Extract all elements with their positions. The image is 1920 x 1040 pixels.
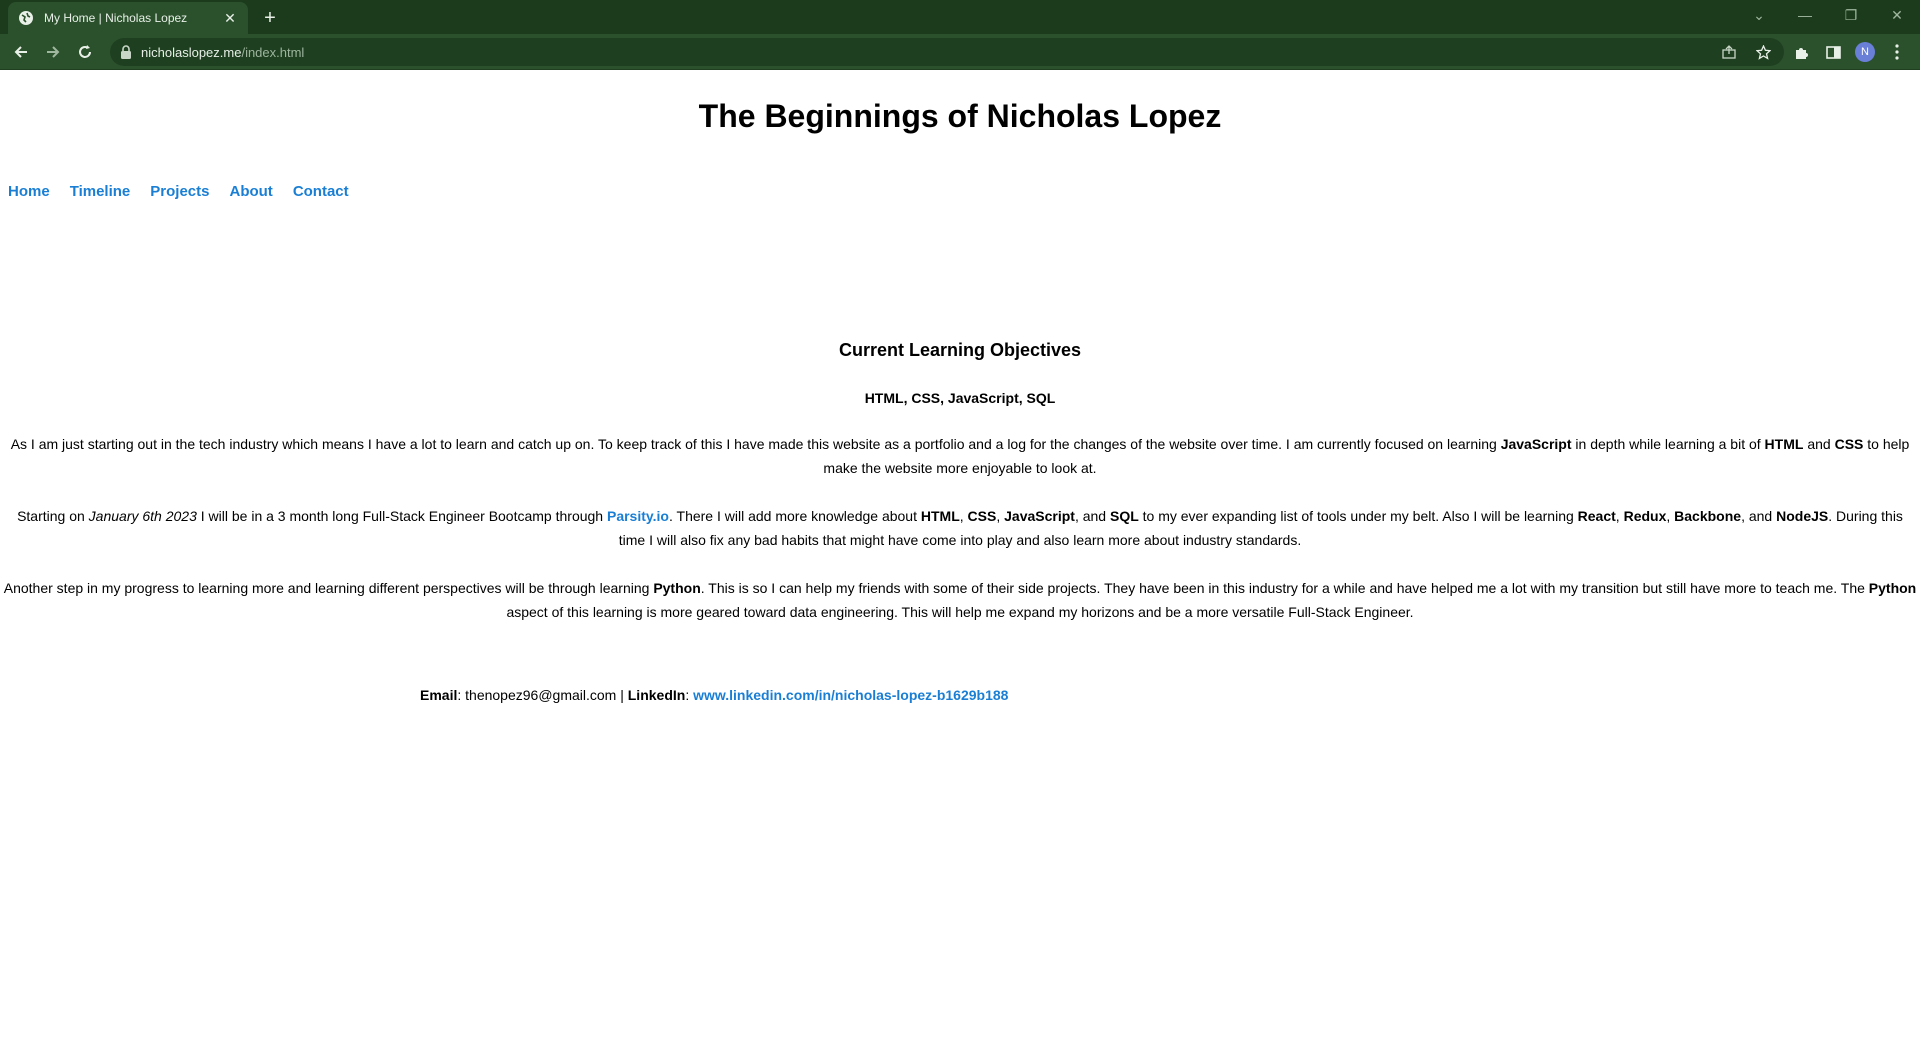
lock-icon[interactable] — [120, 45, 132, 59]
linkedin-link[interactable]: www.linkedin.com/in/nicholas-lopez-b1629… — [693, 687, 1008, 703]
new-tab-button[interactable]: + — [258, 6, 282, 30]
contact-line: Email: thenopez96@gmail.com | LinkedIn: … — [420, 687, 1008, 703]
reload-icon[interactable] — [72, 39, 98, 65]
bold-text: SQL — [1109, 508, 1139, 524]
parsity-link[interactable]: Parsity.io — [607, 508, 669, 524]
text: I will be in a 3 month long Full-Stack E… — [196, 508, 607, 524]
bold-text: CSS — [967, 508, 997, 524]
bold-text: JavaScript — [1500, 436, 1572, 452]
avatar: N — [1855, 42, 1875, 62]
skills-list: HTML, CSS, JavaScript, SQL — [864, 390, 1056, 406]
page-title: The Beginnings of Nicholas Lopez — [698, 98, 1222, 134]
text: : — [685, 687, 694, 703]
nav-contact[interactable]: Contact — [293, 183, 349, 200]
bold-text: NodeJS — [1776, 508, 1829, 524]
browser-toolbar: nicholaslopez.me/index.html N — [0, 34, 1920, 70]
text: . There I will add more knowledge about — [668, 508, 921, 524]
paragraph-python: Another step in my progress to learning … — [0, 576, 1920, 624]
url-path: /index.html — [241, 44, 305, 60]
paragraph-current-focus: As I am just starting out in the tech in… — [0, 432, 1920, 480]
minimize-icon[interactable]: — — [1782, 0, 1828, 30]
bold-text: React — [1577, 508, 1616, 524]
restore-icon[interactable]: ❐ — [1828, 0, 1874, 30]
close-tab-icon[interactable]: ✕ — [222, 10, 238, 26]
tab-search-icon[interactable]: ⌄ — [1736, 0, 1782, 30]
bold-text: Python — [653, 580, 701, 596]
text: . This is so I can help my friends with … — [700, 580, 1869, 596]
text: aspect of this learning is more geared t… — [506, 604, 1414, 620]
side-panel-icon[interactable] — [1820, 39, 1846, 65]
bold-text: Python — [1868, 580, 1917, 596]
text: As I am just starting out in the tech in… — [10, 436, 1501, 452]
section-heading: Current Learning Objectives — [838, 340, 1082, 360]
text: , and — [1741, 508, 1777, 524]
close-window-icon[interactable]: ✕ — [1874, 0, 1920, 30]
tab-strip: My Home | Nicholas Lopez ✕ + ⌄ — ❐ ✕ — [0, 0, 1920, 34]
bold-text: Backbone — [1674, 508, 1742, 524]
profile-avatar[interactable]: N — [1852, 39, 1878, 65]
paragraph-bootcamp: Starting on January 6th 2023 I will be i… — [17, 508, 1903, 548]
site-nav: Home Timeline Projects About Contact — [8, 183, 349, 200]
nav-about[interactable]: About — [229, 183, 272, 200]
kebab-menu-icon[interactable] — [1884, 39, 1910, 65]
forward-icon[interactable] — [40, 39, 66, 65]
email-label: Email — [420, 687, 458, 703]
bold-text: HTML — [920, 508, 960, 524]
italic-date: January 6th 2023 — [88, 508, 197, 524]
globe-icon — [18, 10, 34, 26]
nav-timeline[interactable]: Timeline — [70, 183, 131, 200]
back-icon[interactable] — [8, 39, 34, 65]
share-icon[interactable] — [1718, 41, 1740, 63]
text: Starting on — [17, 508, 89, 524]
bold-text: JavaScript — [1004, 508, 1075, 524]
text: , and — [1074, 508, 1110, 524]
tab-title: My Home | Nicholas Lopez — [44, 11, 188, 25]
linkedin-label: LinkedIn — [627, 687, 686, 703]
email-address: : thenopez96@gmail.com | — [457, 687, 628, 703]
bold-text: CSS — [1834, 436, 1864, 452]
web-page: The Beginnings of Nicholas Lopez Home Ti… — [0, 70, 1920, 1040]
bookmark-star-icon[interactable] — [1752, 41, 1774, 63]
extensions-puzzle-icon[interactable] — [1788, 39, 1814, 65]
text: Another step in my progress to learning … — [3, 580, 654, 596]
bold-text: HTML — [1764, 436, 1804, 452]
nav-projects[interactable]: Projects — [150, 183, 209, 200]
text: and — [1803, 436, 1835, 452]
url-host: nicholaslopez.me — [141, 44, 242, 60]
text: in depth while learning a bit of — [1571, 436, 1765, 452]
address-bar[interactable]: nicholaslopez.me/index.html — [110, 38, 1784, 66]
nav-home[interactable]: Home — [8, 183, 50, 200]
bold-text: Redux — [1623, 508, 1667, 524]
browser-tab[interactable]: My Home | Nicholas Lopez ✕ — [8, 2, 248, 34]
text: to my ever expanding list of tools under… — [1138, 508, 1578, 524]
